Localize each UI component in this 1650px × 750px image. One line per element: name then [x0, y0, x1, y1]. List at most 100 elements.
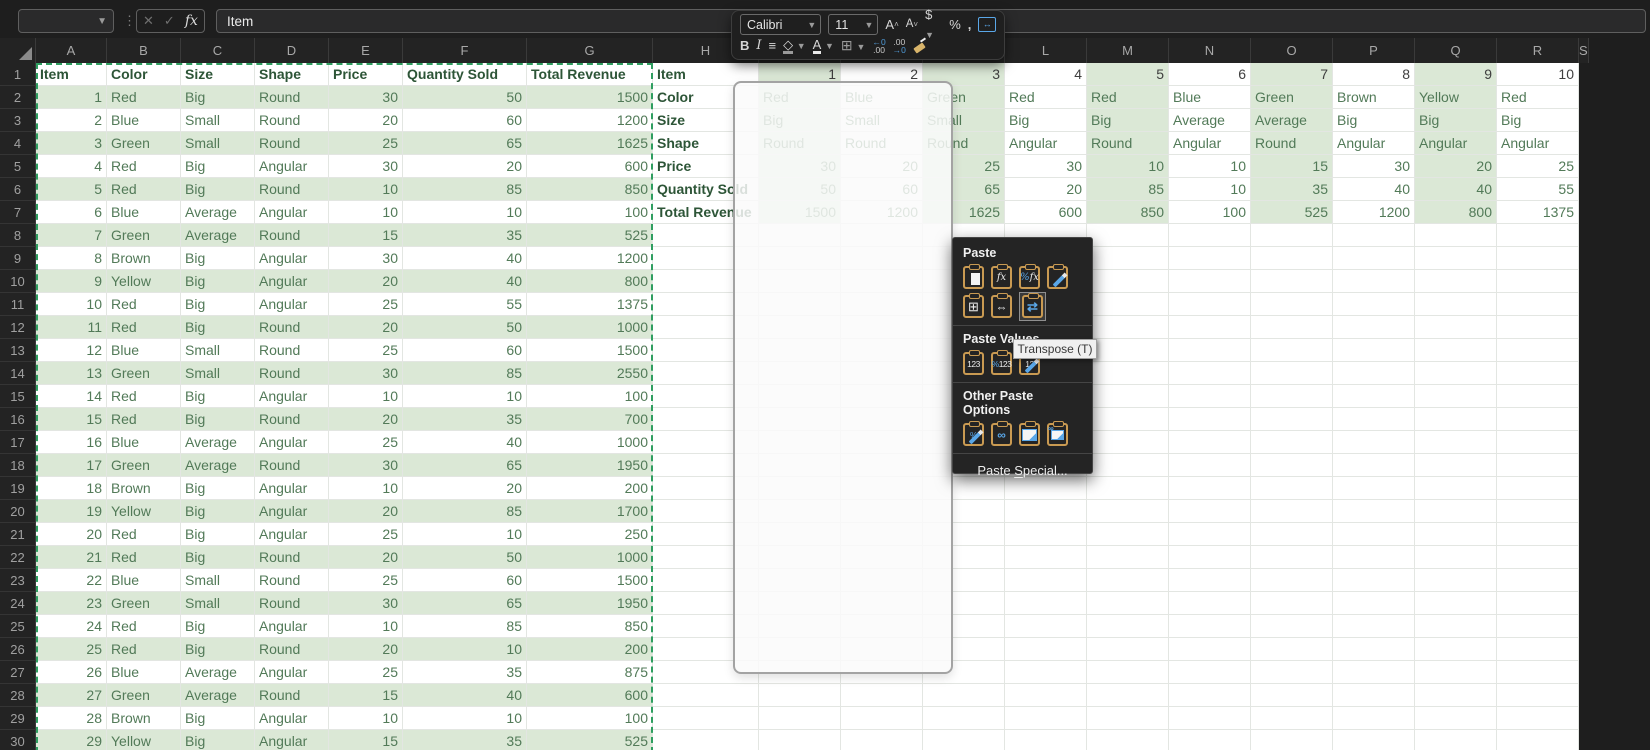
row-header-29[interactable]: 29: [0, 707, 36, 730]
cell-O20[interactable]: [1251, 500, 1333, 523]
cell-D28[interactable]: Round: [255, 684, 329, 707]
cell-P22[interactable]: [1333, 546, 1415, 569]
cell-N9[interactable]: [1169, 247, 1251, 270]
cell-I29[interactable]: [759, 707, 841, 730]
cell-D26[interactable]: Round: [255, 638, 329, 661]
cell-G13[interactable]: 1500: [527, 339, 653, 362]
fill-color-icon[interactable]: ◇ ▼: [783, 35, 806, 56]
cell-O12[interactable]: [1251, 316, 1333, 339]
cell-P26[interactable]: [1333, 638, 1415, 661]
cell-C27[interactable]: Average: [181, 661, 255, 684]
cell-G4[interactable]: 1625: [527, 132, 653, 155]
cell-N1[interactable]: 6: [1169, 63, 1251, 86]
cell-R15[interactable]: [1497, 385, 1579, 408]
cell-M24[interactable]: [1087, 592, 1169, 615]
values-number-formatting-icon[interactable]: %123: [991, 352, 1012, 375]
cell-L27[interactable]: [1005, 661, 1087, 684]
enter-icon[interactable]: ✓: [164, 13, 175, 29]
borders-lines-icon[interactable]: ≡: [769, 36, 777, 55]
row-header-16[interactable]: 16: [0, 408, 36, 431]
cell-G14[interactable]: 2550: [527, 362, 653, 385]
cell-N2[interactable]: Blue: [1169, 86, 1251, 109]
cell-C11[interactable]: Big: [181, 293, 255, 316]
cell-P16[interactable]: [1333, 408, 1415, 431]
cell-D8[interactable]: Round: [255, 224, 329, 247]
cell-O4[interactable]: Round: [1251, 132, 1333, 155]
column-header-E[interactable]: E: [329, 38, 403, 63]
cell-F30[interactable]: 35: [403, 730, 527, 750]
cell-B8[interactable]: Green: [107, 224, 181, 247]
cell-K30[interactable]: [923, 730, 1005, 750]
cell-F3[interactable]: 60: [403, 109, 527, 132]
cell-O21[interactable]: [1251, 523, 1333, 546]
cell-D3[interactable]: Round: [255, 109, 329, 132]
cell-C10[interactable]: Big: [181, 270, 255, 293]
comma-style-icon[interactable]: ,: [968, 15, 972, 34]
decrease-decimal-icon[interactable]: ←0.00: [872, 38, 885, 54]
cell-C3[interactable]: Small: [181, 109, 255, 132]
paste-no-borders-icon[interactable]: ⊞: [963, 295, 984, 318]
cell-F7[interactable]: 10: [403, 201, 527, 224]
cell-E14[interactable]: 30: [329, 362, 403, 385]
cell-F27[interactable]: 35: [403, 661, 527, 684]
row-header-17[interactable]: 17: [0, 431, 36, 454]
cell-O5[interactable]: 15: [1251, 155, 1333, 178]
cell-P30[interactable]: [1333, 730, 1415, 750]
drag-handle-icon[interactable]: ⋮: [123, 13, 136, 29]
cell-B5[interactable]: Red: [107, 155, 181, 178]
cell-M22[interactable]: [1087, 546, 1169, 569]
font-name-select[interactable]: Calibri ▼: [740, 14, 821, 35]
cell-F21[interactable]: 10: [403, 523, 527, 546]
formatting-icon[interactable]: %: [963, 423, 984, 446]
percent-style-icon[interactable]: %: [949, 15, 961, 34]
cell-Q16[interactable]: [1415, 408, 1497, 431]
cell-A18[interactable]: 17: [36, 454, 107, 477]
cell-F4[interactable]: 65: [403, 132, 527, 155]
cell-B27[interactable]: Blue: [107, 661, 181, 684]
row-header-12[interactable]: 12: [0, 316, 36, 339]
cell-O28[interactable]: [1251, 684, 1333, 707]
cell-N18[interactable]: [1169, 454, 1251, 477]
cell-C23[interactable]: Small: [181, 569, 255, 592]
cell-A28[interactable]: 27: [36, 684, 107, 707]
cell-B9[interactable]: Brown: [107, 247, 181, 270]
column-header-O[interactable]: O: [1251, 38, 1333, 63]
cell-F24[interactable]: 65: [403, 592, 527, 615]
row-header-19[interactable]: 19: [0, 477, 36, 500]
cell-A13[interactable]: 12: [36, 339, 107, 362]
select-all-corner[interactable]: [0, 38, 36, 63]
cell-D10[interactable]: Angular: [255, 270, 329, 293]
paste-link-icon[interactable]: ∞: [991, 423, 1012, 446]
cell-A29[interactable]: 28: [36, 707, 107, 730]
cell-E24[interactable]: 30: [329, 592, 403, 615]
cell-G9[interactable]: 1200: [527, 247, 653, 270]
cell-O8[interactable]: [1251, 224, 1333, 247]
transpose-icon[interactable]: ⇄: [1022, 295, 1043, 318]
cell-A26[interactable]: 25: [36, 638, 107, 661]
cell-A8[interactable]: 7: [36, 224, 107, 247]
cell-F5[interactable]: 20: [403, 155, 527, 178]
cell-N7[interactable]: 100: [1169, 201, 1251, 224]
cell-E19[interactable]: 10: [329, 477, 403, 500]
keep-source-column-widths-icon[interactable]: ⇔: [991, 295, 1012, 318]
cell-B22[interactable]: Red: [107, 546, 181, 569]
row-header-30[interactable]: 30: [0, 730, 36, 750]
row-header-24[interactable]: 24: [0, 592, 36, 615]
cell-D2[interactable]: Round: [255, 86, 329, 109]
cell-Q1[interactable]: 9: [1415, 63, 1497, 86]
cell-G10[interactable]: 800: [527, 270, 653, 293]
cell-L28[interactable]: [1005, 684, 1087, 707]
cell-R26[interactable]: [1497, 638, 1579, 661]
cell-M11[interactable]: [1087, 293, 1169, 316]
increase-font-size-icon[interactable]: A˄: [885, 15, 898, 34]
cell-P24[interactable]: [1333, 592, 1415, 615]
cell-P17[interactable]: [1333, 431, 1415, 454]
column-header-B[interactable]: B: [107, 38, 181, 63]
cell-O19[interactable]: [1251, 477, 1333, 500]
cell-D6[interactable]: Round: [255, 178, 329, 201]
cell-B3[interactable]: Blue: [107, 109, 181, 132]
cell-C20[interactable]: Big: [181, 500, 255, 523]
cell-R2[interactable]: Red: [1497, 86, 1579, 109]
cell-H28[interactable]: [653, 684, 759, 707]
cell-O9[interactable]: [1251, 247, 1333, 270]
